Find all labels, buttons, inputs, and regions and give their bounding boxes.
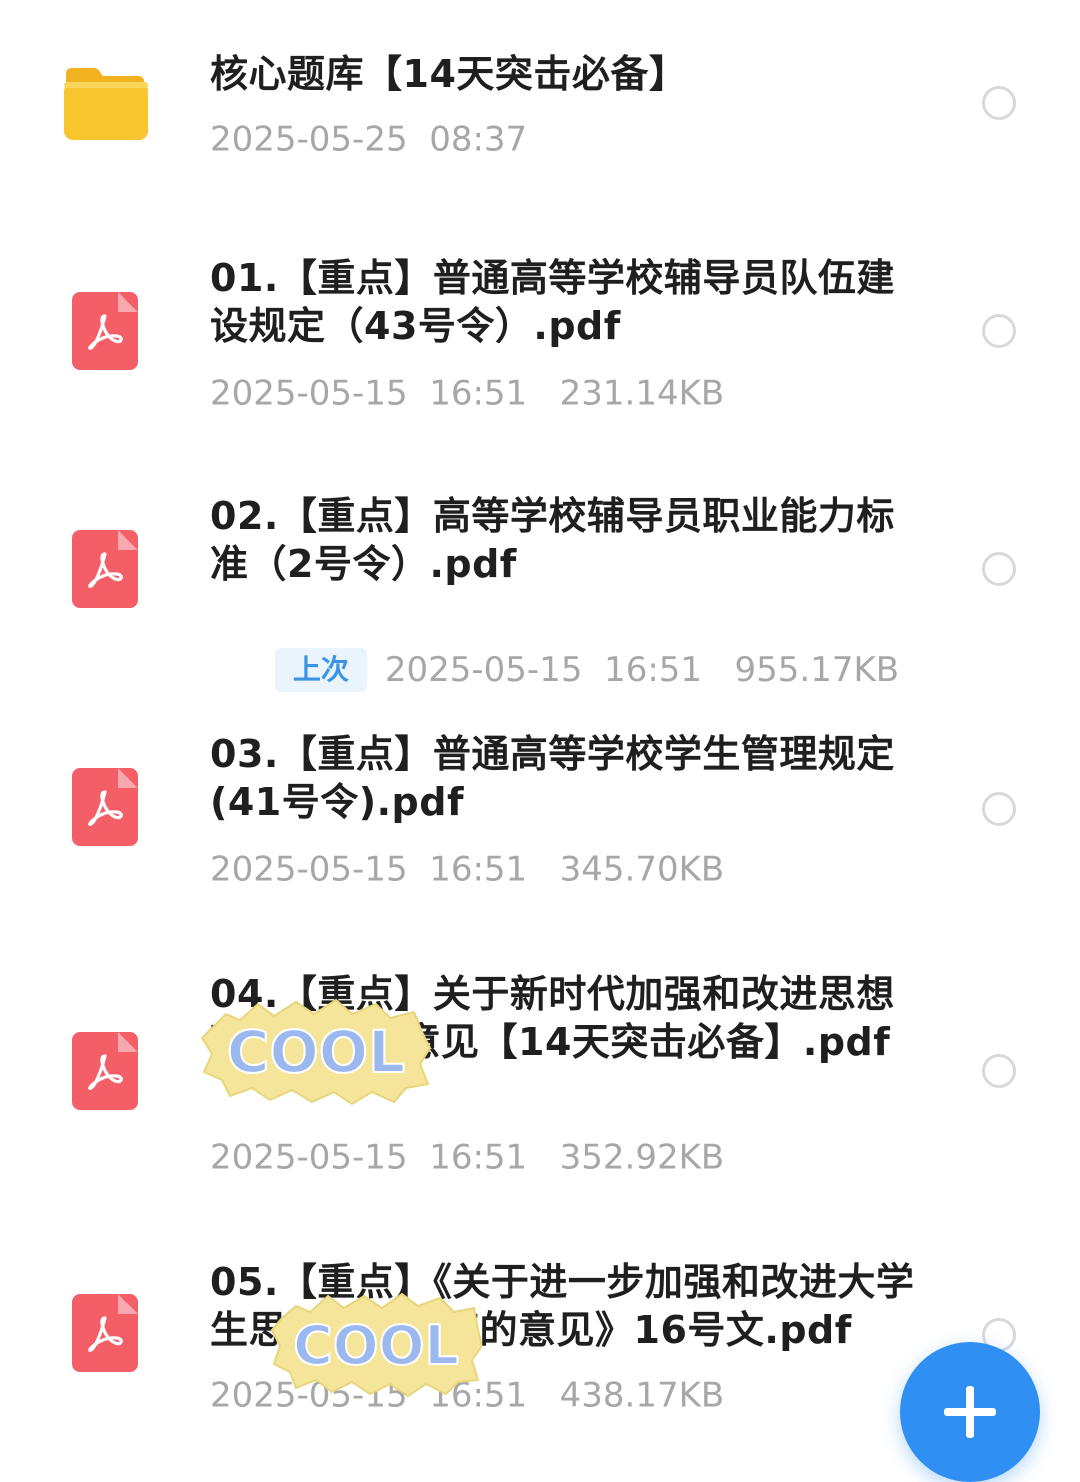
file-meta: 2025-05-15 16:51 345.70KB xyxy=(210,848,724,890)
list-item[interactable]: 02.【重点】高等学校辅导员职业能力标准（2号令）.pdf 上次 2025-05-… xyxy=(0,488,1080,692)
file-meta: 上次 2025-05-15 16:51 955.17KB xyxy=(210,608,899,732)
cool-sticker-icon: COOL xyxy=(200,996,432,1106)
add-button[interactable] xyxy=(900,1342,1040,1482)
select-radio[interactable] xyxy=(982,792,1016,826)
file-date-size: 2025-05-15 16:51 352.92KB xyxy=(210,1137,725,1178)
plus-icon xyxy=(944,1386,996,1438)
file-meta: 2025-05-15 16:51 352.92KB xyxy=(210,1136,724,1178)
file-title: 02.【重点】高等学校辅导员职业能力标准（2号令）.pdf xyxy=(210,494,895,586)
sticker-text: COOL xyxy=(227,1018,405,1086)
file-date: 2025-05-25 08:37 xyxy=(210,119,528,160)
file-date-size: 2025-05-15 16:51 345.70KB xyxy=(210,849,725,890)
file-date-size: 2025-05-15 16:51 231.14KB xyxy=(210,373,725,414)
list-item[interactable]: 01.【重点】普通高等学校辅导员队伍建设规定（43号令）.pdf 2025-05… xyxy=(0,250,1080,440)
file-date-size: 2025-05-15 16:51 955.17KB xyxy=(384,650,900,690)
pdf-icon xyxy=(72,530,138,608)
pdf-icon xyxy=(72,1294,138,1372)
file-title: 核心题库【14天突击必备】 xyxy=(210,52,688,96)
select-radio[interactable] xyxy=(982,552,1016,586)
folder-icon xyxy=(62,64,148,140)
select-radio[interactable] xyxy=(982,314,1016,348)
pdf-icon xyxy=(72,768,138,846)
file-title: 03.【重点】普通高等学校学生管理规定(41号令).pdf xyxy=(210,732,895,824)
pdf-icon xyxy=(72,292,138,370)
file-meta: 2025-05-25 08:37 xyxy=(210,118,527,160)
file-meta: 2025-05-15 16:51 231.14KB xyxy=(210,372,724,414)
cool-sticker-icon: COOL xyxy=(270,1290,484,1398)
pdf-icon xyxy=(72,1032,138,1110)
select-radio[interactable] xyxy=(982,86,1016,120)
file-title: 01.【重点】普通高等学校辅导员队伍建设规定（43号令）.pdf xyxy=(210,256,895,348)
list-item[interactable]: 核心题库【14天突击必备】 2025-05-25 08:37 xyxy=(0,40,1080,210)
select-radio[interactable] xyxy=(982,1054,1016,1088)
list-item[interactable]: 03.【重点】普通高等学校学生管理规定(41号令).pdf 2025-05-15… xyxy=(0,726,1080,916)
list-item[interactable]: 04.【重点】关于新时代加强和改进思想政治工作的意见【14天突击必备】.pdf … xyxy=(0,966,1080,1186)
last-opened-badge: 上次 xyxy=(274,648,367,692)
sticker-text: COOL xyxy=(293,1314,459,1377)
